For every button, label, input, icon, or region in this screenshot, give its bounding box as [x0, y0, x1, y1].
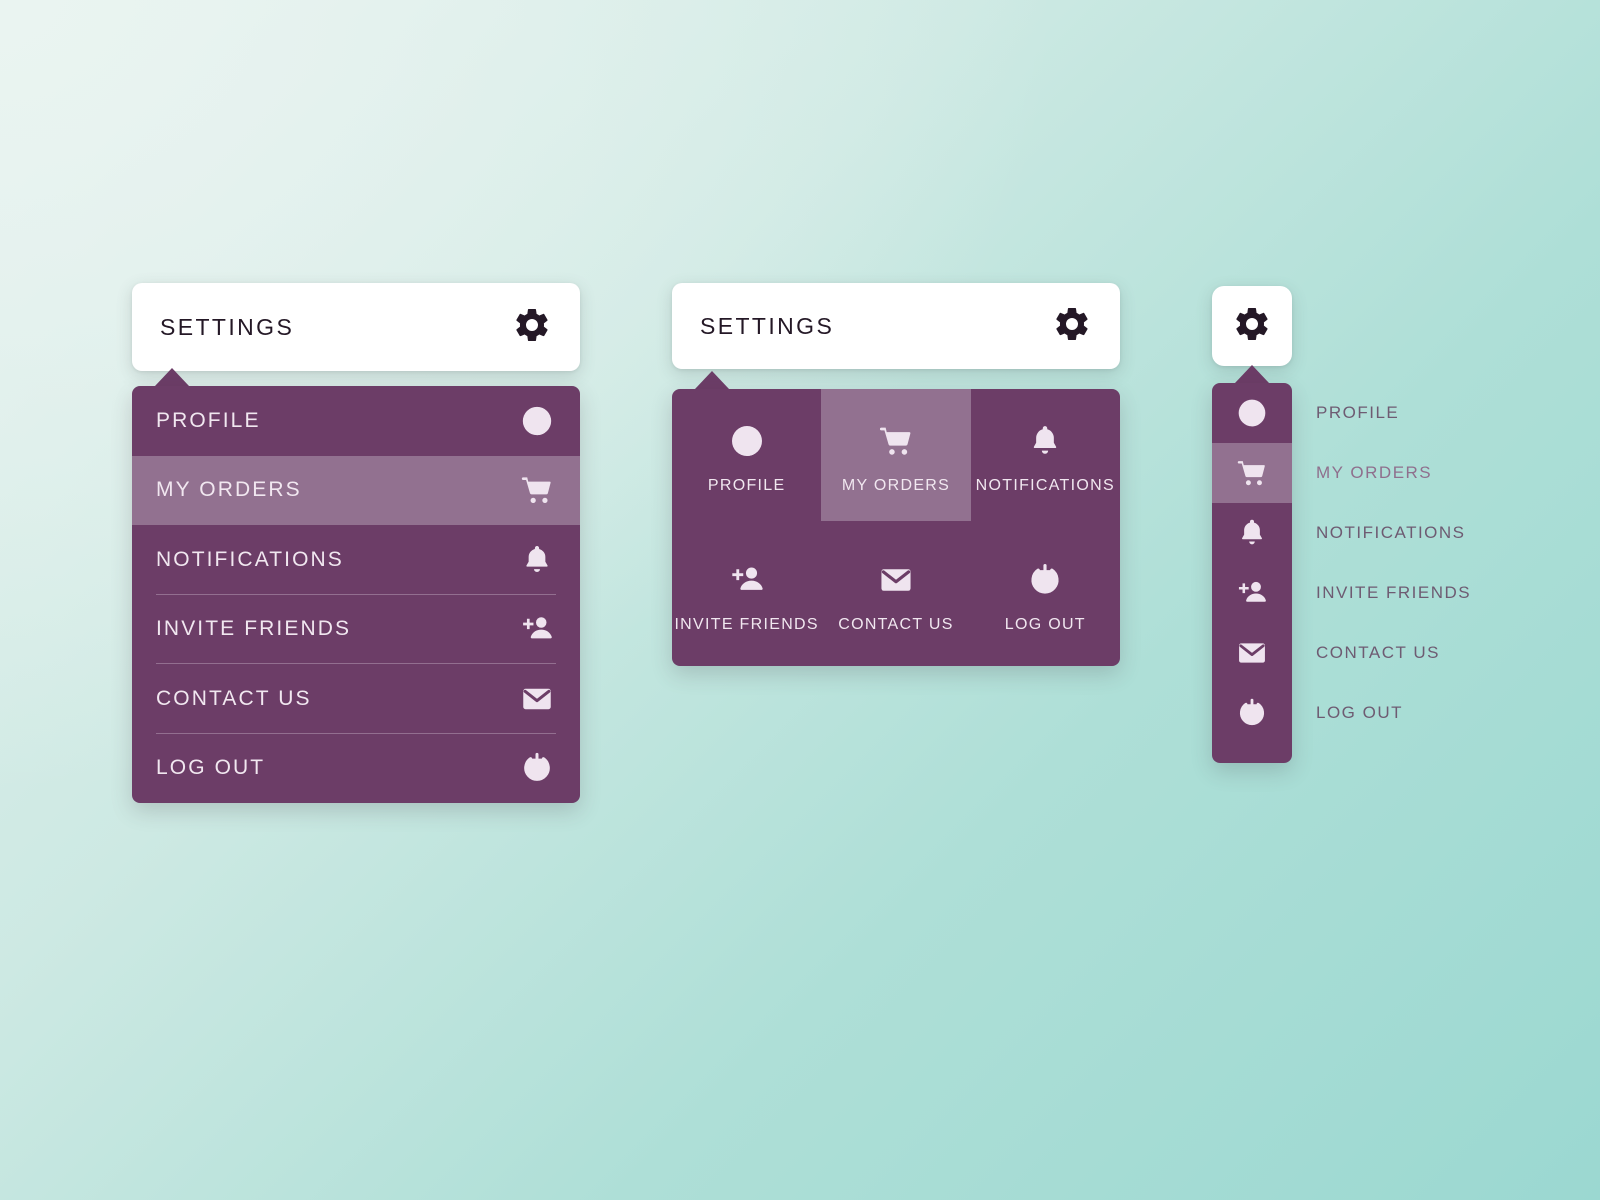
- list-menu-item-contact-us[interactable]: CONTACT US: [132, 664, 580, 734]
- person-add-icon: [520, 612, 554, 646]
- page-title: SETTINGS: [700, 312, 835, 339]
- rail-menu-item-invite-friends[interactable]: [1212, 563, 1292, 623]
- list-menu-item-label: CONTACT US: [156, 686, 312, 710]
- grid-menu-caret: [695, 371, 729, 389]
- rail-menu-header[interactable]: [1212, 286, 1292, 366]
- envelope-icon: [520, 682, 554, 716]
- shopping-cart-icon: [520, 473, 554, 507]
- list-menu-header[interactable]: SETTINGS: [132, 283, 580, 371]
- gear-icon[interactable]: [1052, 304, 1092, 349]
- rail-menu-item-contact-us[interactable]: [1212, 623, 1292, 683]
- list-menu-item-label: NOTIFICATIONS: [156, 547, 344, 571]
- list-menu-item-notifications[interactable]: NOTIFICATIONS: [132, 525, 580, 595]
- rail-menu-item-log-out[interactable]: [1212, 683, 1292, 743]
- list-menu-panel: PROFILE MY ORDERS NOTIFICATIONS INVITE FRIE…: [132, 386, 580, 803]
- person-add-icon: [729, 554, 765, 598]
- rail-menu-item-label: MY ORDERS: [1316, 463, 1433, 482]
- list-menu-item-label: INVITE FRIENDS: [156, 617, 352, 641]
- rail-menu-panel: [1212, 383, 1292, 763]
- power-icon: [1236, 697, 1268, 729]
- page-title: SETTINGS: [160, 313, 295, 340]
- list-menu-item-label: PROFILE: [156, 408, 261, 432]
- rail-menu-item-profile[interactable]: [1212, 383, 1292, 443]
- grid-menu-item-contact-us[interactable]: CONTACT US: [821, 521, 970, 666]
- grid-menu-item-label: NOTIFICATIONS: [975, 477, 1115, 494]
- rail-menu-item-label: CONTACT US: [1316, 643, 1440, 662]
- envelope-icon: [1236, 637, 1268, 669]
- grid-menu-panel: PROFILE MY ORDERS NOTIFICATIONS INVITE FRIE…: [672, 389, 1120, 666]
- grid-menu-item-label: CONTACT US: [838, 615, 954, 633]
- shopping-cart-icon: [878, 415, 914, 459]
- grid-menu-item-my-orders[interactable]: MY ORDERS: [821, 389, 971, 521]
- canvas: SETTINGS PROFILE MY ORDERS NOTIFICATIONS IN…: [0, 0, 1600, 1200]
- list-menu-item-invite-friends[interactable]: INVITE FRIENDS: [132, 595, 580, 664]
- power-icon: [520, 751, 554, 785]
- person-circle-icon: [729, 415, 765, 459]
- gear-icon[interactable]: [512, 305, 552, 350]
- grid-menu-item-profile[interactable]: PROFILE: [672, 389, 821, 521]
- person-circle-icon: [1236, 397, 1268, 429]
- grid-menu-item-label: MY ORDERS: [841, 477, 951, 494]
- grid-menu-item-label: PROFILE: [707, 477, 786, 494]
- power-icon: [1027, 554, 1063, 598]
- rail-menu-item-notifications[interactable]: [1212, 503, 1292, 563]
- bell-icon: [520, 543, 554, 577]
- list-menu-item-my-orders[interactable]: MY ORDERS: [132, 455, 580, 525]
- list-menu-item-log-out[interactable]: LOG OUT: [132, 734, 580, 804]
- rail-menu-item-label: NOTIFICATIONS: [1316, 523, 1466, 542]
- rail-menu-item-label: INVITE FRIENDS: [1316, 583, 1472, 602]
- grid-menu-header[interactable]: SETTINGS: [672, 283, 1120, 369]
- rail-menu-caret: [1235, 365, 1269, 383]
- bell-icon: [1236, 517, 1268, 549]
- grid-menu-item-notifications[interactable]: NOTIFICATIONS: [971, 389, 1120, 521]
- envelope-icon: [878, 554, 914, 598]
- person-add-icon: [1236, 577, 1268, 609]
- rail-menu-item-label: LOG OUT: [1316, 703, 1404, 722]
- grid-menu-item-label: LOG OUT: [1004, 615, 1086, 633]
- rail-menu-item-label: PROFILE: [1316, 403, 1400, 422]
- grid-menu-item-invite-friends[interactable]: INVITE FRIENDS: [672, 521, 821, 666]
- rail-menu-item-my-orders[interactable]: [1212, 443, 1292, 503]
- grid-menu-item-label: INVITE FRIENDS: [674, 615, 819, 633]
- person-circle-icon: [520, 404, 554, 438]
- shopping-cart-icon: [1236, 457, 1268, 489]
- gear-icon[interactable]: [1232, 304, 1272, 349]
- list-menu-item-profile[interactable]: PROFILE: [132, 386, 580, 456]
- bell-icon: [1027, 415, 1063, 459]
- list-menu-item-label: MY ORDERS: [156, 478, 302, 502]
- list-menu-item-label: LOG OUT: [156, 756, 266, 780]
- rail-menu-label-column: PROFILE MY ORDERS NOTIFICATIONS INVITE FRIE…: [1316, 383, 1576, 763]
- list-menu-caret: [155, 368, 189, 386]
- grid-menu-item-log-out[interactable]: LOG OUT: [971, 521, 1120, 666]
